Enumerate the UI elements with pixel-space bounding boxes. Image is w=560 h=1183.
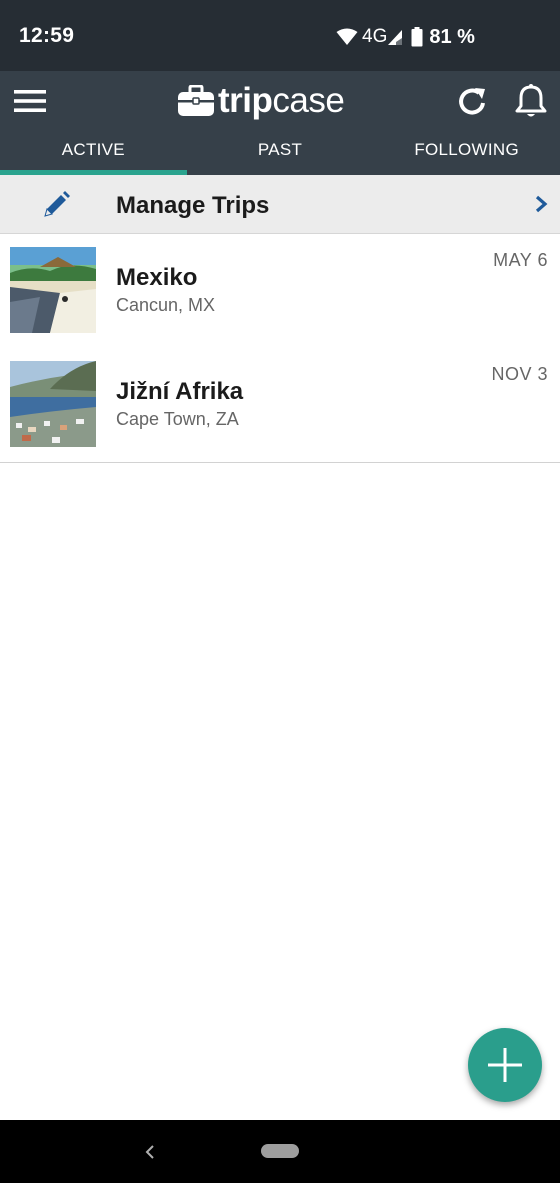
status-bar: 12:59 4G 81 %	[0, 0, 560, 71]
system-nav-bar	[0, 1120, 560, 1183]
back-chevron-icon	[145, 1145, 154, 1159]
refresh-button[interactable]	[453, 83, 493, 121]
trip-tabs: ACTIVE PAST FOLLOWING	[0, 131, 560, 175]
logo-text: tripcase	[218, 81, 345, 121]
menu-icon	[14, 90, 46, 112]
trip-location: Cancun, MX	[116, 295, 216, 315]
nav-home-pill[interactable]	[261, 1144, 299, 1158]
trip-date: MAY 6	[493, 250, 548, 270]
trip-row[interactable]: Jižní Afrika Cape Town, ZA NOV 3	[0, 348, 560, 463]
app-header: tripcase ACTIVE PAST FOLLOWING	[0, 71, 560, 175]
logo-text-prefix: trip	[218, 81, 273, 120]
refresh-icon	[459, 88, 485, 115]
status-time: 12:59	[19, 24, 75, 47]
trip-photo-beach	[10, 247, 96, 333]
battery-icon	[411, 27, 423, 47]
bell-icon	[515, 84, 547, 117]
menu-button[interactable]	[10, 83, 50, 119]
signal-icon	[388, 30, 403, 45]
plus-icon	[488, 1048, 522, 1082]
manage-trips-row[interactable]: Manage Trips	[0, 175, 560, 234]
wifi-icon	[336, 28, 358, 45]
trip-location: Cape Town, ZA	[116, 409, 239, 429]
status-indicators: 4G 81 %	[336, 24, 475, 50]
trip-date: NOV 3	[491, 364, 548, 384]
tab-past[interactable]: PAST	[187, 131, 374, 175]
tripcase-logo: tripcase	[178, 79, 345, 123]
trip-name: Jižní Afrika	[116, 378, 244, 405]
pencil-icon	[44, 191, 70, 217]
tab-active[interactable]: ACTIVE	[0, 131, 187, 175]
briefcase-icon	[178, 85, 214, 116]
trip-row[interactable]: Mexiko Cancun, MX MAY 6	[0, 234, 560, 349]
chevron-right-icon	[535, 195, 548, 213]
manage-trips-label: Manage Trips	[116, 192, 270, 219]
logo-text-suffix: case	[272, 81, 345, 120]
network-type: 4G	[362, 26, 388, 47]
notifications-button[interactable]	[510, 81, 552, 121]
nav-back-button[interactable]	[140, 1138, 160, 1166]
trip-photo-coast	[10, 361, 96, 447]
tab-following[interactable]: FOLLOWING	[373, 131, 560, 175]
add-trip-button[interactable]	[468, 1028, 542, 1102]
battery-percent: 81 %	[429, 25, 475, 48]
trip-name: Mexiko	[116, 264, 198, 291]
